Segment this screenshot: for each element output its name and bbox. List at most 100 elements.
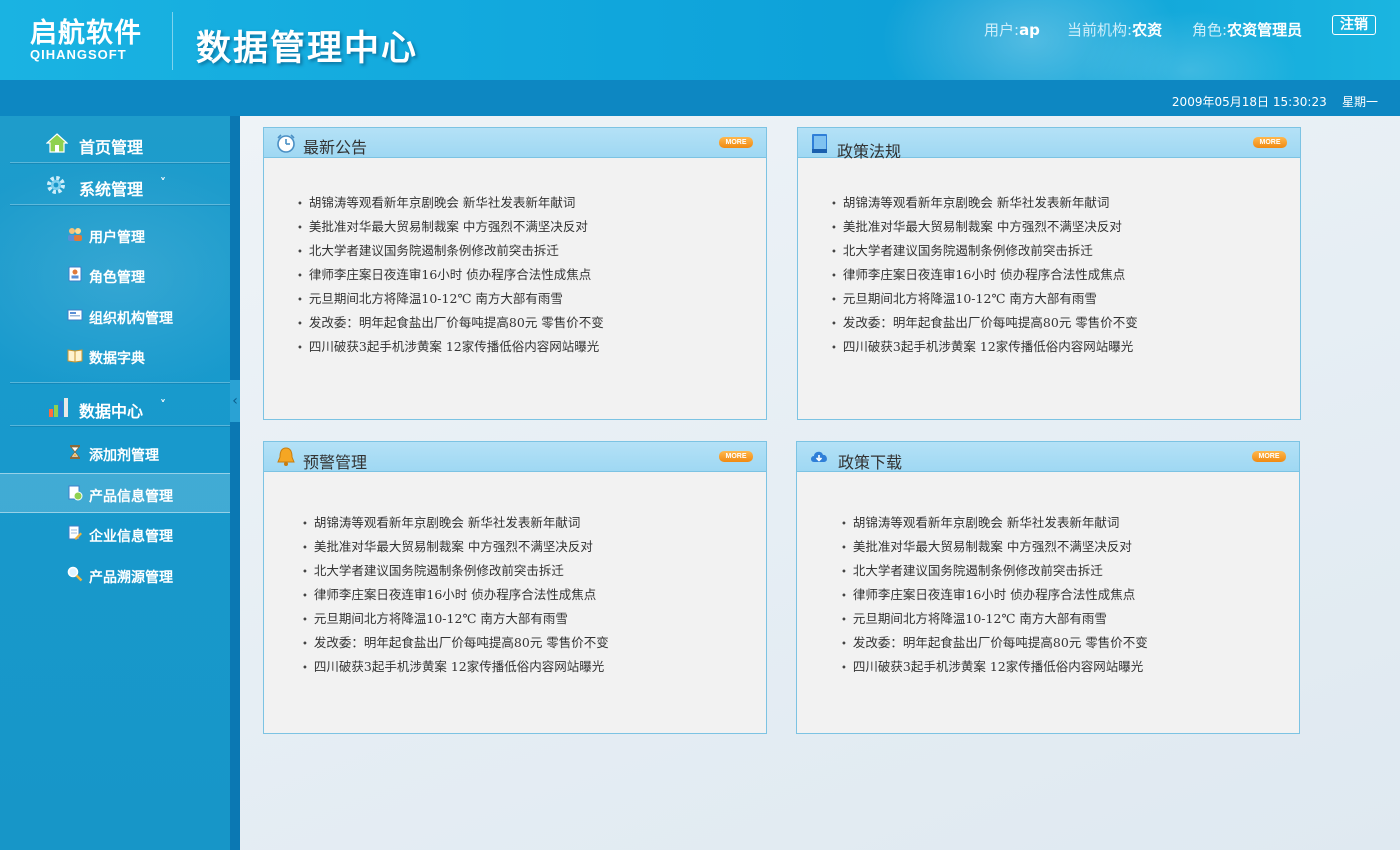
- hourglass-icon: [70, 445, 80, 459]
- main-content: 最新公告 MORE 胡锦涛等观看新年京剧晚会 新华社发表新年献词 美批准对华最大…: [240, 116, 1400, 850]
- bell-icon: [277, 447, 295, 466]
- user-info: 用户:ap: [984, 19, 1040, 40]
- list-item[interactable]: 胡锦涛等观看新年京剧晚会 新华社发表新年献词: [831, 194, 1138, 218]
- list-item[interactable]: 四川破获3起手机涉黄案 12家传播低俗内容网站曝光: [302, 658, 609, 682]
- panel-policies-regulations: 政策法规 MORE 胡锦涛等观看新年京剧晚会 新华社发表新年献词 美批准对华最大…: [797, 127, 1301, 420]
- list-item[interactable]: 胡锦涛等观看新年京剧晚会 新华社发表新年献词: [302, 514, 609, 538]
- sidebar-item-org-management[interactable]: 组织机构管理: [0, 296, 230, 336]
- date-time: 2009年05月18日 15:30:23: [1171, 95, 1327, 109]
- datetime-display: 2009年05月18日 15:30:23 星期一: [1172, 93, 1378, 110]
- panel-title: 预警管理: [303, 453, 368, 472]
- panel-header: 政策下载 MORE: [797, 442, 1299, 472]
- sidebar-item-product-trace-management[interactable]: 产品溯源管理: [0, 555, 230, 595]
- list-item[interactable]: 发改委：明年起食盐出厂价每吨提高80元 零售价不变: [831, 314, 1138, 338]
- nav-section-system[interactable]: 系统管理 ˅: [0, 164, 230, 206]
- gear-icon: [47, 176, 65, 194]
- users-icon: [68, 228, 82, 241]
- org-info: 当前机构:农资: [1067, 19, 1162, 40]
- book-blue-icon: [812, 134, 827, 153]
- panel-header: 预警管理 MORE: [264, 442, 766, 472]
- bar-chart-icon: [49, 398, 68, 417]
- sidebar-item-label: 用户管理: [89, 230, 145, 246]
- book-icon: [67, 349, 83, 363]
- list-item[interactable]: 美批准对华最大贸易制裁案 中方强烈不满坚决反对: [841, 538, 1148, 562]
- sidebar-item-label: 企业信息管理: [89, 529, 173, 545]
- panel-latest-announcements: 最新公告 MORE 胡锦涛等观看新年京剧晚会 新华社发表新年献词 美批准对华最大…: [263, 127, 767, 420]
- sidebar-item-user-management[interactable]: 用户管理: [0, 215, 230, 255]
- sidebar-item-enterprise-info-management[interactable]: 企业信息管理: [0, 514, 230, 554]
- role-card-icon: [68, 266, 82, 282]
- nav-separator: [10, 204, 230, 205]
- list-item[interactable]: 元旦期间北方将降温10-12℃ 南方大部有雨雪: [831, 290, 1138, 314]
- panel-header: 政策法规 MORE: [798, 128, 1300, 161]
- user-value: ap: [1019, 21, 1040, 39]
- sidebar-item-data-dictionary[interactable]: 数据字典: [0, 336, 230, 376]
- sidebar-collapse-toggle[interactable]: ‹: [230, 380, 240, 422]
- nav-separator: [10, 162, 230, 163]
- more-button[interactable]: MORE: [1253, 137, 1287, 148]
- role-value: 农资管理员: [1227, 21, 1303, 39]
- header-divider: [172, 12, 173, 70]
- list-item[interactable]: 发改委：明年起食盐出厂价每吨提高80元 零售价不变: [841, 634, 1148, 658]
- sidebar-item-label: 产品信息管理: [89, 489, 173, 505]
- list-item[interactable]: 律师李庄案日夜连审16小时 侦办程序合法性成焦点: [297, 266, 604, 290]
- news-list: 胡锦涛等观看新年京剧晚会 新华社发表新年献词 美批准对华最大贸易制裁案 中方强烈…: [297, 194, 604, 362]
- news-list: 胡锦涛等观看新年京剧晚会 新华社发表新年献词 美批准对华最大贸易制裁案 中方强烈…: [302, 514, 609, 682]
- sidebar-item-label: 角色管理: [89, 270, 145, 286]
- nav-separator: [10, 425, 230, 426]
- list-item[interactable]: 胡锦涛等观看新年京剧晚会 新华社发表新年献词: [297, 194, 604, 218]
- nav-section-data-center[interactable]: 数据中心 ˅: [0, 386, 230, 428]
- list-item[interactable]: 美批准对华最大贸易制裁案 中方强烈不满坚决反对: [297, 218, 604, 242]
- list-item[interactable]: 胡锦涛等观看新年京剧晚会 新华社发表新年献词: [841, 514, 1148, 538]
- list-item[interactable]: 元旦期间北方将降温10-12℃ 南方大部有雨雪: [297, 290, 604, 314]
- org-label: 当前机构:: [1067, 21, 1133, 39]
- role-info: 角色:农资管理员: [1192, 19, 1302, 40]
- list-item[interactable]: 四川破获3起手机涉黄案 12家传播低俗内容网站曝光: [297, 338, 604, 362]
- sidebar-item-label: 添加剂管理: [89, 448, 159, 464]
- sidebar-item-role-management[interactable]: 角色管理: [0, 255, 230, 295]
- user-label: 用户:: [984, 21, 1020, 39]
- product-doc-icon: [68, 485, 83, 501]
- list-item[interactable]: 北大学者建议国务院遏制条例修改前突击拆迁: [302, 562, 609, 586]
- sidebar-item-label: 组织机构管理: [89, 311, 173, 327]
- magnifier-icon: [67, 566, 83, 582]
- list-item[interactable]: 发改委：明年起食盐出厂价每吨提高80元 零售价不变: [302, 634, 609, 658]
- list-item[interactable]: 元旦期间北方将降温10-12℃ 南方大部有雨雪: [302, 610, 609, 634]
- sidebar-item-additive-management[interactable]: 添加剂管理: [0, 433, 230, 473]
- list-item[interactable]: 北大学者建议国务院遏制条例修改前突击拆迁: [841, 562, 1148, 586]
- news-list: 胡锦涛等观看新年京剧晚会 新华社发表新年献词 美批准对华最大贸易制裁案 中方强烈…: [831, 194, 1138, 362]
- list-item[interactable]: 四川破获3起手机涉黄案 12家传播低俗内容网站曝光: [831, 338, 1138, 362]
- list-item[interactable]: 美批准对华最大贸易制裁案 中方强烈不满坚决反对: [831, 218, 1138, 242]
- news-list: 胡锦涛等观看新年京剧晚会 新华社发表新年献词 美批准对华最大贸易制裁案 中方强烈…: [841, 514, 1148, 682]
- sidebar-item-product-info-management[interactable]: 产品信息管理: [0, 473, 230, 513]
- sidebar: 首页管理 系统管理 ˅ 用户管理 角色管理 组织机构管理 数据字典 数据中心 ˅…: [0, 116, 230, 850]
- chevron-down-icon: ˅: [160, 398, 166, 412]
- list-item[interactable]: 元旦期间北方将降温10-12℃ 南方大部有雨雪: [841, 610, 1148, 634]
- nav-section-home[interactable]: 首页管理: [0, 122, 230, 164]
- list-item[interactable]: 北大学者建议国务院遏制条例修改前突击拆迁: [831, 242, 1138, 266]
- top-header: 启航软件 QIHANGSOFT 数据管理中心 用户:ap 当前机构:农资 角色:…: [0, 0, 1400, 80]
- more-button[interactable]: MORE: [1252, 451, 1286, 462]
- chevron-down-icon: ˅: [160, 176, 166, 190]
- list-item[interactable]: 发改委：明年起食盐出厂价每吨提高80元 零售价不变: [297, 314, 604, 338]
- nav-section-home-label: 首页管理: [79, 138, 144, 157]
- panel-title: 政策法规: [837, 142, 902, 161]
- sidebar-item-label: 数据字典: [89, 351, 145, 367]
- sidebar-item-label: 产品溯源管理: [89, 570, 173, 586]
- list-item[interactable]: 四川破获3起手机涉黄案 12家传播低俗内容网站曝光: [841, 658, 1148, 682]
- list-item[interactable]: 律师李庄案日夜连审16小时 侦办程序合法性成焦点: [831, 266, 1138, 290]
- clock-icon: [277, 134, 295, 153]
- org-icon: [67, 309, 83, 321]
- list-item[interactable]: 美批准对华最大贸易制裁案 中方强烈不满坚决反对: [302, 538, 609, 562]
- list-item[interactable]: 北大学者建议国务院遏制条例修改前突击拆迁: [297, 242, 604, 266]
- logo-chinese: 启航软件: [30, 18, 142, 49]
- more-button[interactable]: MORE: [719, 137, 753, 148]
- cloud-download-icon: [811, 451, 827, 462]
- list-item[interactable]: 律师李庄案日夜连审16小时 侦办程序合法性成焦点: [841, 586, 1148, 610]
- more-button[interactable]: MORE: [719, 451, 753, 462]
- panel-alert-management: 预警管理 MORE 胡锦涛等观看新年京剧晚会 新华社发表新年献词 美批准对华最大…: [263, 441, 767, 734]
- logo-english: QIHANGSOFT: [30, 47, 127, 62]
- logout-button[interactable]: 注销: [1332, 15, 1376, 35]
- panel-title: 最新公告: [303, 138, 368, 157]
- list-item[interactable]: 律师李庄案日夜连审16小时 侦办程序合法性成焦点: [302, 586, 609, 610]
